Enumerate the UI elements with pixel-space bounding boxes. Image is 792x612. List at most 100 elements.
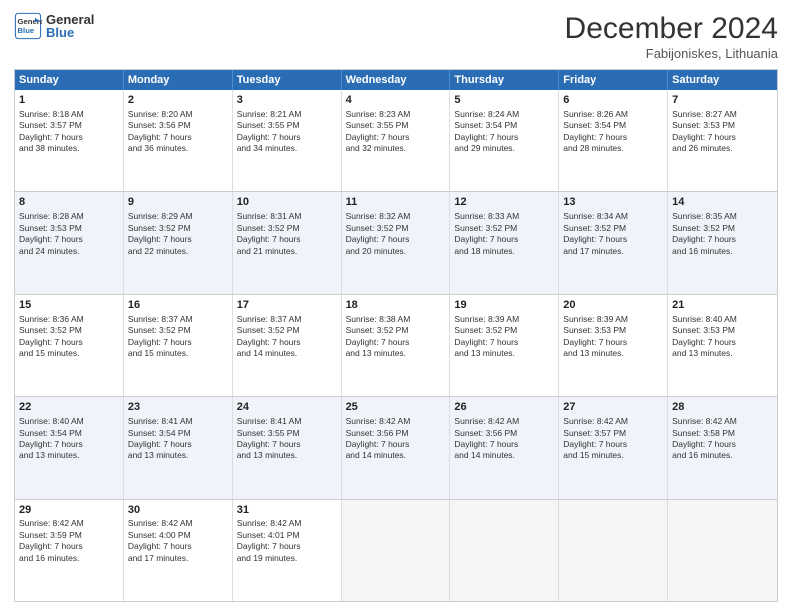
day-info-line: Sunrise: 8:41 AM [237, 416, 337, 427]
day-info-line: Sunset: 3:52 PM [128, 223, 228, 234]
location: Fabijoniskes, Lithuania [565, 46, 778, 61]
header: General Blue General Blue December 2024 … [14, 12, 778, 61]
day-info-line: Sunrise: 8:42 AM [19, 518, 119, 529]
day-number: 4 [346, 93, 446, 108]
day-info-line: Daylight: 7 hours [128, 541, 228, 552]
day-info-line: Sunrise: 8:41 AM [128, 416, 228, 427]
day-info-line: and 13 minutes. [19, 450, 119, 461]
day-info-line: Daylight: 7 hours [19, 337, 119, 348]
calendar-row-3: 15Sunrise: 8:36 AMSunset: 3:52 PMDayligh… [15, 294, 777, 396]
calendar-body: 1Sunrise: 8:18 AMSunset: 3:57 PMDaylight… [15, 90, 777, 601]
day-info-line: Sunrise: 8:42 AM [454, 416, 554, 427]
day-number: 2 [128, 93, 228, 108]
day-info-line: Sunset: 3:56 PM [128, 120, 228, 131]
day-info-line: Sunset: 3:53 PM [672, 120, 773, 131]
day-info-line: Sunset: 3:52 PM [672, 223, 773, 234]
day-info-line: Sunset: 3:52 PM [454, 325, 554, 336]
table-row: 29Sunrise: 8:42 AMSunset: 3:59 PMDayligh… [15, 500, 124, 601]
day-info-line: Sunrise: 8:31 AM [237, 211, 337, 222]
day-info-line: Sunset: 3:54 PM [19, 428, 119, 439]
day-info-line: Daylight: 7 hours [346, 234, 446, 245]
day-info-line: Sunset: 3:52 PM [346, 325, 446, 336]
day-info-line: Daylight: 7 hours [454, 439, 554, 450]
day-info-line: Sunrise: 8:28 AM [19, 211, 119, 222]
day-info-line: Sunrise: 8:21 AM [237, 109, 337, 120]
day-number: 27 [563, 400, 663, 415]
day-info-line: Sunset: 3:57 PM [19, 120, 119, 131]
table-row: 17Sunrise: 8:37 AMSunset: 3:52 PMDayligh… [233, 295, 342, 396]
day-info-line: and 14 minutes. [346, 450, 446, 461]
day-info-line: and 13 minutes. [563, 348, 663, 359]
day-info-line: Daylight: 7 hours [563, 234, 663, 245]
table-row: 18Sunrise: 8:38 AMSunset: 3:52 PMDayligh… [342, 295, 451, 396]
day-info-line: Sunrise: 8:36 AM [19, 314, 119, 325]
table-row: 14Sunrise: 8:35 AMSunset: 3:52 PMDayligh… [668, 192, 777, 293]
day-number: 12 [454, 195, 554, 210]
day-info-line: and 13 minutes. [237, 450, 337, 461]
month-title: December 2024 [565, 12, 778, 46]
day-number: 29 [19, 503, 119, 518]
day-number: 13 [563, 195, 663, 210]
table-row: 25Sunrise: 8:42 AMSunset: 3:56 PMDayligh… [342, 397, 451, 498]
day-info-line: and 17 minutes. [563, 246, 663, 257]
day-info-line: Sunset: 3:52 PM [19, 325, 119, 336]
table-row: 8Sunrise: 8:28 AMSunset: 3:53 PMDaylight… [15, 192, 124, 293]
day-info-line: and 16 minutes. [672, 246, 773, 257]
day-info-line: and 14 minutes. [237, 348, 337, 359]
day-info-line: and 34 minutes. [237, 143, 337, 154]
day-info-line: Sunrise: 8:38 AM [346, 314, 446, 325]
table-row [450, 500, 559, 601]
day-number: 26 [454, 400, 554, 415]
day-info-line: and 13 minutes. [346, 348, 446, 359]
day-info-line: Sunset: 3:54 PM [563, 120, 663, 131]
day-number: 7 [672, 93, 773, 108]
day-info-line: Sunset: 3:52 PM [346, 223, 446, 234]
table-row: 23Sunrise: 8:41 AMSunset: 3:54 PMDayligh… [124, 397, 233, 498]
table-row: 15Sunrise: 8:36 AMSunset: 3:52 PMDayligh… [15, 295, 124, 396]
day-info-line: Sunrise: 8:18 AM [19, 109, 119, 120]
page: General Blue General Blue December 2024 … [0, 0, 792, 612]
day-info-line: and 38 minutes. [19, 143, 119, 154]
day-info-line: Sunrise: 8:39 AM [454, 314, 554, 325]
day-info-line: Sunrise: 8:42 AM [237, 518, 337, 529]
day-info-line: Sunrise: 8:42 AM [346, 416, 446, 427]
day-info-line: Sunrise: 8:42 AM [128, 518, 228, 529]
day-info-line: Sunset: 3:55 PM [237, 428, 337, 439]
day-number: 8 [19, 195, 119, 210]
table-row: 21Sunrise: 8:40 AMSunset: 3:53 PMDayligh… [668, 295, 777, 396]
day-number: 11 [346, 195, 446, 210]
day-info-line: Daylight: 7 hours [454, 234, 554, 245]
day-info-line: Sunset: 3:58 PM [672, 428, 773, 439]
day-info-line: Sunrise: 8:42 AM [672, 416, 773, 427]
day-info-line: Sunset: 3:54 PM [454, 120, 554, 131]
day-info-line: Sunset: 3:53 PM [672, 325, 773, 336]
day-number: 28 [672, 400, 773, 415]
table-row: 12Sunrise: 8:33 AMSunset: 3:52 PMDayligh… [450, 192, 559, 293]
day-info-line: Daylight: 7 hours [346, 439, 446, 450]
calendar-row-4: 22Sunrise: 8:40 AMSunset: 3:54 PMDayligh… [15, 396, 777, 498]
day-number: 1 [19, 93, 119, 108]
day-number: 10 [237, 195, 337, 210]
table-row [559, 500, 668, 601]
calendar-row-2: 8Sunrise: 8:28 AMSunset: 3:53 PMDaylight… [15, 191, 777, 293]
day-info-line: and 24 minutes. [19, 246, 119, 257]
day-info-line: Sunset: 3:55 PM [237, 120, 337, 131]
day-info-line: and 32 minutes. [346, 143, 446, 154]
day-info-line: Sunset: 3:57 PM [563, 428, 663, 439]
day-info-line: Daylight: 7 hours [454, 132, 554, 143]
day-info-line: Sunrise: 8:24 AM [454, 109, 554, 120]
table-row: 2Sunrise: 8:20 AMSunset: 3:56 PMDaylight… [124, 90, 233, 191]
day-info-line: Daylight: 7 hours [128, 132, 228, 143]
day-info-line: and 15 minutes. [19, 348, 119, 359]
day-info-line: Daylight: 7 hours [128, 439, 228, 450]
calendar: SundayMondayTuesdayWednesdayThursdayFrid… [14, 69, 778, 602]
day-number: 9 [128, 195, 228, 210]
day-info-line: Sunset: 3:56 PM [346, 428, 446, 439]
day-info-line: Sunset: 3:53 PM [563, 325, 663, 336]
day-info-line: Sunrise: 8:40 AM [19, 416, 119, 427]
day-info-line: Sunrise: 8:35 AM [672, 211, 773, 222]
day-info-line: Sunrise: 8:39 AM [563, 314, 663, 325]
header-cell-saturday: Saturday [668, 70, 777, 90]
table-row [342, 500, 451, 601]
day-info-line: Sunset: 3:52 PM [237, 325, 337, 336]
